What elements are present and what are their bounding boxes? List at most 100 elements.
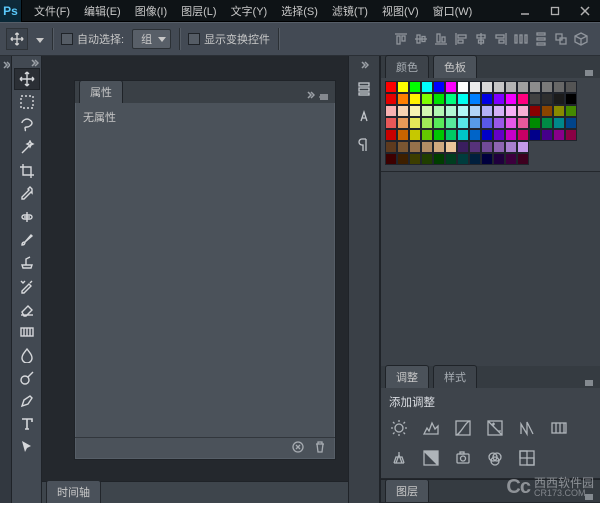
- swatch[interactable]: [409, 129, 421, 141]
- swatch[interactable]: [385, 81, 397, 93]
- swatch[interactable]: [493, 81, 505, 93]
- swatch[interactable]: [433, 153, 445, 165]
- dodge-tool[interactable]: [14, 367, 40, 389]
- color-balance-icon[interactable]: [389, 448, 409, 468]
- swatch[interactable]: [541, 105, 553, 117]
- swatch[interactable]: [505, 105, 517, 117]
- swatch[interactable]: [565, 105, 577, 117]
- swatch[interactable]: [505, 93, 517, 105]
- expand-dock-icon[interactable]: [359, 60, 369, 73]
- swatch[interactable]: [469, 153, 481, 165]
- swatch[interactable]: [565, 129, 577, 141]
- swatch[interactable]: [433, 93, 445, 105]
- panel-menu-icon[interactable]: [584, 378, 594, 388]
- magic-wand-tool[interactable]: [14, 137, 40, 159]
- swatch[interactable]: [433, 129, 445, 141]
- tab-layers[interactable]: 图层: [385, 479, 429, 502]
- swatch[interactable]: [481, 153, 493, 165]
- swatch[interactable]: [517, 81, 529, 93]
- auto-select-checkbox[interactable]: 自动选择:: [61, 31, 124, 47]
- swatch[interactable]: [409, 93, 421, 105]
- swatch[interactable]: [481, 129, 493, 141]
- distribute-h-icon[interactable]: [512, 30, 530, 48]
- swatch[interactable]: [385, 105, 397, 117]
- swatch[interactable]: [457, 105, 469, 117]
- swatch[interactable]: [517, 129, 529, 141]
- menu-layer[interactable]: 图层(L): [175, 1, 222, 21]
- history-dock-icon[interactable]: [352, 77, 376, 101]
- tab-color[interactable]: 颜色: [385, 55, 429, 78]
- swatch[interactable]: [517, 153, 529, 165]
- swatch[interactable]: [469, 81, 481, 93]
- swatch[interactable]: [409, 105, 421, 117]
- swatch[interactable]: [385, 93, 397, 105]
- eraser-tool[interactable]: [14, 298, 40, 320]
- swatch[interactable]: [421, 141, 433, 153]
- swatch[interactable]: [553, 81, 565, 93]
- show-transform-controls-checkbox[interactable]: 显示变换控件: [188, 31, 270, 47]
- tab-styles[interactable]: 样式: [433, 365, 477, 388]
- healing-brush-tool[interactable]: [14, 206, 40, 228]
- swatch[interactable]: [553, 105, 565, 117]
- swatch[interactable]: [397, 129, 409, 141]
- swatch[interactable]: [385, 153, 397, 165]
- swatch[interactable]: [445, 117, 457, 129]
- auto-select-target-select[interactable]: 组: [132, 29, 171, 49]
- swatch[interactable]: [529, 105, 541, 117]
- swatch[interactable]: [445, 153, 457, 165]
- gradient-tool[interactable]: [14, 321, 40, 343]
- exposure-icon[interactable]: [485, 418, 505, 438]
- type-tool[interactable]: [14, 413, 40, 435]
- swatch[interactable]: [457, 93, 469, 105]
- blur-tool[interactable]: [14, 344, 40, 366]
- swatch[interactable]: [553, 129, 565, 141]
- swatch[interactable]: [469, 129, 481, 141]
- swatch[interactable]: [517, 117, 529, 129]
- swatch[interactable]: [505, 153, 517, 165]
- swatch[interactable]: [421, 129, 433, 141]
- swatch[interactable]: [541, 81, 553, 93]
- curves-icon[interactable]: [453, 418, 473, 438]
- swatch[interactable]: [493, 105, 505, 117]
- align-left-icon[interactable]: [452, 30, 470, 48]
- character-dock-icon[interactable]: [352, 105, 376, 129]
- levels-icon[interactable]: [421, 418, 441, 438]
- swatch[interactable]: [433, 117, 445, 129]
- swatch[interactable]: [397, 81, 409, 93]
- swatch[interactable]: [445, 141, 457, 153]
- swatch[interactable]: [541, 117, 553, 129]
- lasso-tool[interactable]: [14, 114, 40, 136]
- swatch[interactable]: [481, 105, 493, 117]
- marquee-tool[interactable]: [14, 91, 40, 113]
- clip-to-layer-icon[interactable]: [291, 440, 305, 457]
- swatch[interactable]: [493, 141, 505, 153]
- swatch[interactable]: [517, 141, 529, 153]
- swatch[interactable]: [541, 129, 553, 141]
- swatch[interactable]: [505, 141, 517, 153]
- swatch[interactable]: [397, 153, 409, 165]
- swatch[interactable]: [445, 105, 457, 117]
- swatch[interactable]: [421, 117, 433, 129]
- swatch[interactable]: [553, 117, 565, 129]
- hue-saturation-icon[interactable]: [549, 418, 569, 438]
- menu-filter[interactable]: 滤镜(T): [326, 1, 374, 21]
- swatch[interactable]: [541, 93, 553, 105]
- swatch[interactable]: [433, 105, 445, 117]
- align-bottom-icon[interactable]: [432, 30, 450, 48]
- swatch[interactable]: [409, 141, 421, 153]
- swatch[interactable]: [457, 81, 469, 93]
- swatch[interactable]: [481, 93, 493, 105]
- tab-timeline[interactable]: 时间轴: [46, 480, 101, 503]
- distribute-v-icon[interactable]: [532, 30, 550, 48]
- path-selection-tool[interactable]: [14, 436, 40, 458]
- swatch[interactable]: [385, 141, 397, 153]
- menu-select[interactable]: 选择(S): [275, 1, 324, 21]
- panel-menu-icon[interactable]: [584, 492, 594, 502]
- swatch[interactable]: [469, 141, 481, 153]
- swatch[interactable]: [445, 129, 457, 141]
- crop-tool[interactable]: [14, 160, 40, 182]
- tab-adjustments[interactable]: 调整: [385, 365, 429, 388]
- swatch[interactable]: [493, 93, 505, 105]
- swatch[interactable]: [565, 93, 577, 105]
- align-vcenter-icon[interactable]: [412, 30, 430, 48]
